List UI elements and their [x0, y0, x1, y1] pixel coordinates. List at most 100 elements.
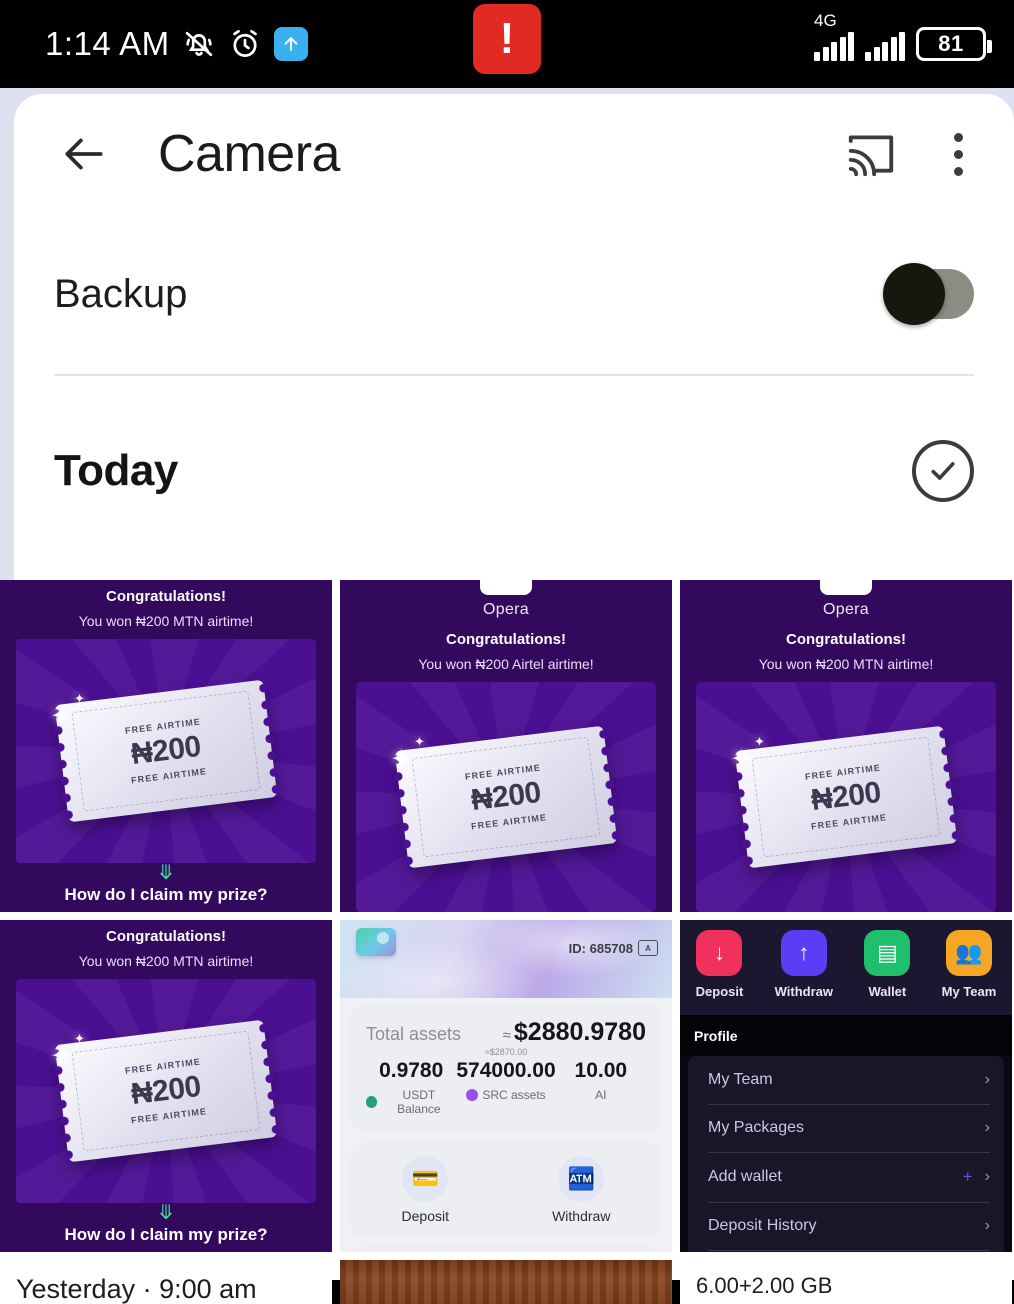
profile-menu-list: My Team › My Packages › Add wallet + › D…: [688, 1056, 1004, 1252]
thumbnail-item[interactable]: ↓ Deposit ↑ Withdraw ▤ Wallet 👥 My Team …: [680, 920, 1012, 1252]
thumbnail-item[interactable]: Opera Congratulations! You won ₦200 MTN …: [680, 580, 1012, 912]
backup-label: Backup: [54, 271, 188, 316]
tether-icon: [366, 1096, 378, 1108]
asset-stat-caption: USDT Balance: [366, 1088, 456, 1116]
media-grid: Congratulations! You won ₦200 MTN airtim…: [0, 580, 1014, 1304]
thumbnail-item[interactable]: ID: 685708 A Total assets ≈ $2880.9780 0.…: [340, 920, 672, 1252]
wallet-withdraw-button[interactable]: 🏧 Withdraw: [552, 1156, 610, 1226]
thumbnail-item[interactable]: Opera Congratulations! You won ₦200 Airt…: [340, 580, 672, 912]
wallet-deposit-label: Deposit: [401, 1208, 449, 1224]
today-section-header: Today: [14, 376, 1014, 566]
page-title: Camera: [158, 125, 340, 183]
browser-notch: [820, 580, 872, 596]
deposit-card-icon: 💳: [402, 1156, 449, 1202]
backup-row[interactable]: Backup: [14, 214, 1014, 374]
toggle-knob: [883, 263, 945, 325]
sparkle-icon: ✦: [50, 1041, 73, 1071]
chevron-double-down-icon: ⤋: [157, 1202, 175, 1224]
wood-photo-thumbnail: [340, 1260, 672, 1304]
user-id-label: ID: 685708 A: [569, 940, 658, 956]
chevron-right-icon: ›: [984, 1168, 990, 1185]
user-id-text: ID: 685708: [568, 940, 633, 956]
prize-congrats-label: Congratulations!: [106, 588, 226, 605]
asset-stat-caption-text: USDT Balance: [397, 1088, 441, 1116]
profile-tile-withdraw[interactable]: ↑ Withdraw: [775, 930, 833, 1001]
profile-tile-label: Wallet: [868, 984, 907, 999]
yesterday-section-header: Yesterday · 9:00 am: [0, 1260, 332, 1304]
wallet-deposit-button[interactable]: 💳 Deposit: [402, 1156, 449, 1226]
profile-item-withdraw-history[interactable]: Withdraw History ›: [688, 1250, 1004, 1252]
total-assets-amount: $2880.9780: [513, 1018, 646, 1046]
thumbnail-item-partial[interactable]: [340, 1260, 672, 1304]
avatar: [356, 928, 396, 956]
upload-badge-icon: [273, 27, 308, 61]
claim-prize-label: How do I claim my prize?: [64, 885, 268, 904]
profile-item-label: My Packages: [708, 1119, 805, 1136]
claim-prize-label: How do I claim my prize?: [64, 1225, 268, 1244]
wallet-card-icon: ▤: [864, 930, 911, 976]
profile-section-label: Profile: [680, 1015, 1012, 1056]
profile-tile-label: Deposit: [695, 984, 744, 999]
battery-level-label: 81: [938, 31, 964, 56]
asset-stat-value: 0.9780: [379, 1059, 444, 1082]
asset-stat-approx: ≈$2870.00: [484, 1047, 528, 1057]
ai-orders-row[interactable]: 📜 AI orders ›: [350, 1246, 662, 1252]
signal-bars-sim2-icon: [865, 31, 905, 61]
asset-stat: ≈$2870.00 574000.00 SRC assets: [456, 1047, 556, 1116]
sparkle-icon: ✦: [730, 744, 753, 775]
storage-strip: 6.00+2.00 GB: [680, 1260, 1012, 1304]
media-grid-row: Congratulations! You won ₦200 MTN airtim…: [0, 580, 1014, 912]
more-vertical-icon[interactable]: [938, 124, 978, 184]
wallet-hero-banner: ID: 685708 A: [340, 920, 672, 998]
select-all-today-checkbox[interactable]: [912, 440, 974, 502]
status-bar-clock: 1:14 AM: [45, 25, 170, 62]
prize-message-label: You won ₦200 MTN airtime!: [758, 656, 934, 673]
total-assets-card: Total assets ≈ $2880.9780 0.9780 USDT Bal…: [350, 1004, 662, 1132]
ticket-stage: ✦ ✦ FREE AIRTIME ₦200 FREE AIRTIME: [696, 682, 996, 912]
mute-bell-icon: [182, 27, 216, 61]
id-card-icon: A: [638, 940, 658, 956]
chevron-right-icon: ›: [984, 1071, 990, 1088]
chevron-double-down-icon: ⤋: [157, 862, 175, 884]
profile-item-deposit-history[interactable]: Deposit History ›: [688, 1202, 1004, 1250]
yesterday-label: Yesterday · 9:00 am: [16, 1274, 257, 1304]
profile-tile-deposit[interactable]: ↓ Deposit: [695, 930, 744, 1001]
total-assets-value: ≈ $2880.9780: [503, 1018, 646, 1047]
asset-stat-caption: AI: [556, 1088, 646, 1102]
thumbnail-item[interactable]: Congratulations! You won ₦200 MTN airtim…: [0, 920, 332, 1252]
asset-stat: 10.00 AI: [556, 1059, 646, 1116]
sparkle-small-icon: ✦: [74, 1031, 85, 1046]
sparkle-small-icon: ✦: [754, 734, 765, 750]
app-bar: Camera: [14, 94, 1014, 214]
sparkle-small-icon: ✦: [414, 734, 425, 750]
asset-stat-value: 574000.00: [456, 1059, 556, 1082]
airtime-prize-screenshot: Opera Congratulations! You won ₦200 Airt…: [340, 580, 672, 912]
chevron-right-icon: ›: [984, 1119, 990, 1136]
yesterday-strip: Yesterday · 9:00 am: [0, 1260, 332, 1304]
ticket-stage: ✦ ✦ FREE AIRTIME ₦200 FREE AIRTIME: [16, 639, 316, 863]
airtime-prize-screenshot: Congratulations! You won ₦200 MTN airtim…: [0, 580, 332, 912]
wallet-actions: 💳 Deposit 🏧 Withdraw: [350, 1142, 662, 1238]
thumbnail-item[interactable]: Congratulations! You won ₦200 MTN airtim…: [0, 580, 332, 912]
app-bar-actions: [842, 124, 978, 184]
prize-footer: ⤋ How do I claim my prize?: [0, 863, 332, 912]
profile-tile-my-team[interactable]: 👥 My Team: [942, 930, 996, 1001]
profile-item-label: My Team: [708, 1071, 773, 1088]
cast-icon[interactable]: [842, 125, 900, 183]
prize-footer: ⤋ How do I claim my prize?: [0, 1203, 332, 1252]
profile-quick-actions: ↓ Deposit ↑ Withdraw ▤ Wallet 👥 My Team: [680, 920, 1012, 1015]
profile-item-my-team[interactable]: My Team ›: [688, 1056, 1004, 1104]
profile-item-add-wallet[interactable]: Add wallet + ›: [688, 1152, 1004, 1202]
profile-item-my-packages[interactable]: My Packages ›: [688, 1104, 1004, 1152]
today-label: Today: [54, 446, 178, 495]
backup-toggle[interactable]: [883, 263, 974, 325]
sparkle-icon: ✦: [50, 701, 73, 731]
status-bar-right: 4G 81: [814, 12, 1014, 61]
profile-tile-wallet[interactable]: ▤ Wallet: [864, 930, 911, 1001]
asset-stat-value: 10.00: [574, 1059, 628, 1082]
back-arrow-icon[interactable]: [54, 124, 114, 184]
sparkle-small-icon: ✦: [74, 691, 85, 706]
browser-name-label: Opera: [483, 601, 529, 619]
alarm-clock-icon: [228, 27, 262, 61]
browser-name-label: Opera: [823, 601, 869, 619]
